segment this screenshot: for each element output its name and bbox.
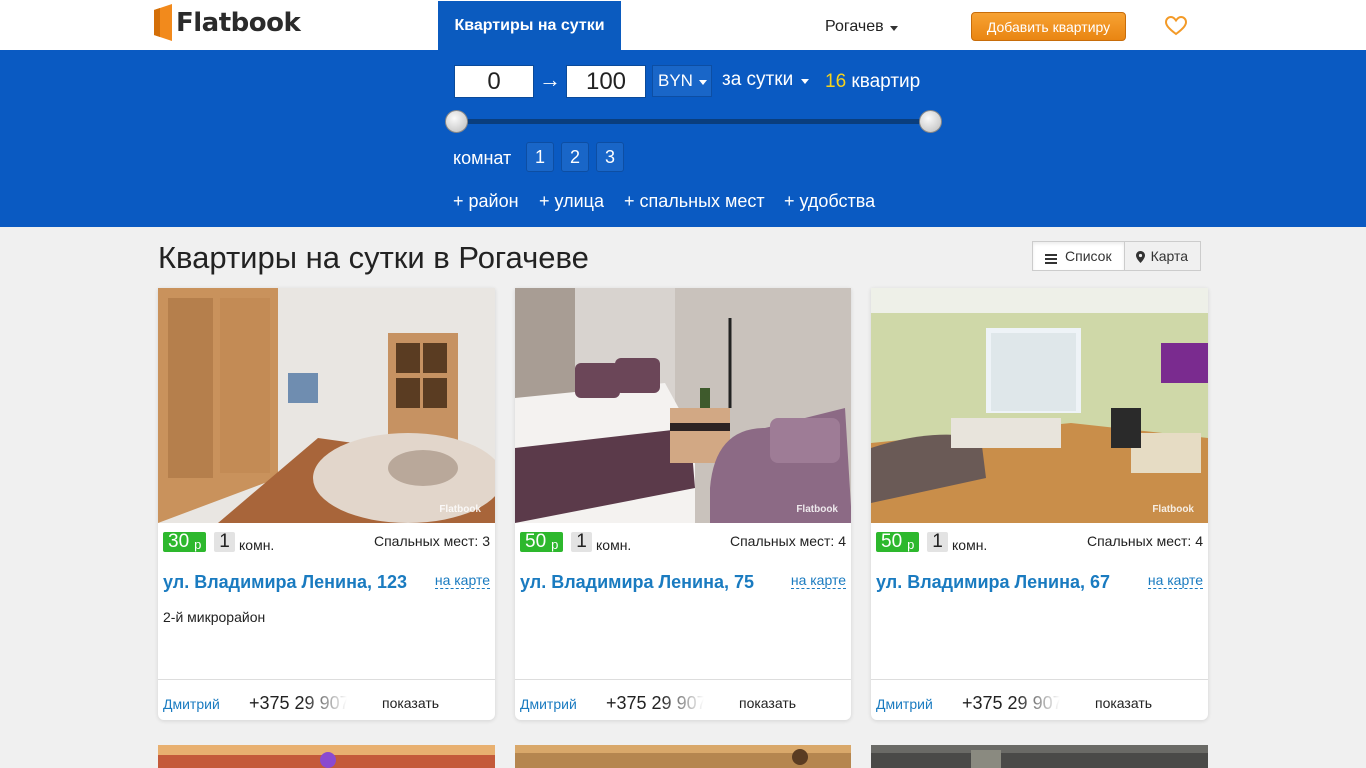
- filter-street-link[interactable]: + улица: [539, 191, 604, 212]
- listing-district: 2-й микрорайон: [163, 609, 266, 625]
- card-footer: Дмитрий +375 29 907 показать: [158, 679, 495, 720]
- city-label: Рогачев: [825, 18, 884, 35]
- rooms-badge: 1: [571, 531, 592, 552]
- rooms-option-3[interactable]: 3: [596, 142, 624, 172]
- chevron-down-icon: [801, 78, 810, 84]
- period-label: за сутки: [722, 69, 794, 90]
- photo-watermark: Flatbook: [796, 504, 838, 515]
- page-title: Квартиры на сутки в Рогачеве: [158, 240, 589, 275]
- price-min-input[interactable]: 0: [454, 65, 534, 98]
- logo-text: Flatbook: [176, 7, 301, 38]
- chevron-down-icon: [889, 25, 898, 31]
- photo-watermark: Flatbook: [1152, 504, 1194, 515]
- show-phone-button[interactable]: показать: [382, 695, 439, 711]
- photo-watermark: Flatbook: [439, 504, 481, 515]
- owner-name-link[interactable]: Дмитрий: [163, 696, 220, 712]
- listing-address-link[interactable]: ул. Владимира Ленина, 123: [163, 572, 407, 593]
- heart-icon[interactable]: [1164, 15, 1188, 36]
- price-badge: 50 р: [520, 531, 564, 552]
- rooms-suffix: комн.: [596, 537, 632, 553]
- listing-address-link[interactable]: ул. Владимира Ленина, 75: [520, 572, 754, 593]
- list-icon: [1045, 251, 1057, 264]
- rooms-badge: 1: [927, 531, 948, 552]
- listing-photo[interactable]: [871, 745, 1208, 768]
- beds-count: Спальных мест: 4: [1086, 533, 1203, 549]
- currency-select[interactable]: BYN: [652, 65, 712, 97]
- view-map-button[interactable]: Карта: [1124, 241, 1202, 271]
- result-count: 16 квартир: [825, 71, 920, 93]
- price-badge: 30 р: [163, 531, 207, 552]
- result-count-label: квартир: [851, 71, 921, 92]
- add-apartment-button[interactable]: Добавить квартиру: [971, 12, 1126, 41]
- view-list-label: Список: [1065, 248, 1112, 264]
- filter-district-link[interactable]: + район: [453, 191, 519, 212]
- beds-count: Спальных мест: 4: [729, 533, 846, 549]
- rooms-label: комнат: [453, 148, 512, 168]
- tab-apartments-daily[interactable]: Квартиры на сутки: [438, 1, 621, 50]
- price-slider-track[interactable]: [456, 119, 930, 124]
- listing-photo[interactable]: Flatbook: [515, 288, 851, 523]
- listing-card[interactable]: Flatbook 50 р 1 комн. Спальных мест: 4 у…: [515, 288, 851, 720]
- show-phone-button[interactable]: показать: [1095, 695, 1152, 711]
- listing-address-link[interactable]: ул. Владимира Ленина, 67: [876, 572, 1110, 593]
- phone-number: +375 29 907: [962, 693, 1060, 713]
- rooms-badge: 1: [214, 531, 235, 552]
- show-phone-button[interactable]: показать: [739, 695, 796, 711]
- period-select[interactable]: за сутки: [722, 69, 810, 91]
- card-footer: Дмитрий +375 29 907 показать: [515, 679, 851, 720]
- listing-photo[interactable]: Flatbook: [158, 288, 495, 523]
- price-currency: р: [907, 536, 915, 552]
- price-badge: 50 р: [876, 531, 920, 552]
- top-header: Flatbook Квартиры на сутки Рогачев Добав…: [0, 0, 1366, 50]
- beds-count: Спальных мест: 3: [373, 533, 490, 549]
- price-value: 50: [881, 531, 903, 552]
- currency-label: BYN: [658, 71, 693, 90]
- rooms-option-1[interactable]: 1: [526, 142, 554, 172]
- chevron-down-icon: [698, 79, 707, 85]
- listing-photo[interactable]: [158, 745, 495, 768]
- city-selector[interactable]: Рогачев: [825, 18, 898, 36]
- price-slider-max-handle[interactable]: [919, 110, 942, 133]
- map-marker-icon: [1135, 250, 1145, 263]
- price-currency: р: [551, 536, 559, 552]
- rooms-option-2[interactable]: 2: [561, 142, 589, 172]
- price-slider-min-handle[interactable]: [445, 110, 468, 133]
- price-max-input[interactable]: 100: [566, 65, 646, 98]
- filter-beds-link[interactable]: + спальных мест: [624, 191, 765, 212]
- filter-panel: 0 → 100 BYN за сутки 16 квартир комнат 1…: [0, 50, 1366, 227]
- result-count-number: 16: [825, 71, 847, 92]
- price-value: 30: [168, 531, 190, 552]
- filter-amenities-link[interactable]: + удобства: [784, 191, 875, 212]
- phone-number: +375 29 907: [249, 693, 347, 713]
- range-arrow: →: [539, 67, 561, 92]
- owner-name-link[interactable]: Дмитрий: [876, 696, 933, 712]
- door-logo-icon: [154, 4, 172, 41]
- listing-card[interactable]: Flatbook 30 р 1 комн. Спальных мест: 3 у…: [158, 288, 495, 720]
- phone-number: +375 29 907: [606, 693, 704, 713]
- listing-photo[interactable]: [515, 745, 851, 768]
- logo[interactable]: Flatbook: [154, 4, 301, 41]
- listing-card[interactable]: Flatbook 50 р 1 комн. Спальных мест: 4 у…: [871, 288, 1208, 720]
- owner-name-link[interactable]: Дмитрий: [520, 696, 577, 712]
- view-map-label: Карта: [1150, 248, 1189, 264]
- rooms-suffix: комн.: [952, 537, 988, 553]
- listing-photo[interactable]: Flatbook: [871, 288, 1208, 523]
- show-on-map-link[interactable]: на карте: [1147, 573, 1203, 589]
- price-currency: р: [194, 536, 202, 552]
- price-value: 50: [525, 531, 547, 552]
- show-on-map-link[interactable]: на карте: [434, 573, 490, 589]
- view-toggle: Список Карта: [1032, 241, 1202, 271]
- show-on-map-link[interactable]: на карте: [790, 573, 846, 589]
- rooms-suffix: комн.: [239, 537, 275, 553]
- card-footer: Дмитрий +375 29 907 показать: [871, 679, 1208, 720]
- view-list-button[interactable]: Список: [1032, 241, 1125, 271]
